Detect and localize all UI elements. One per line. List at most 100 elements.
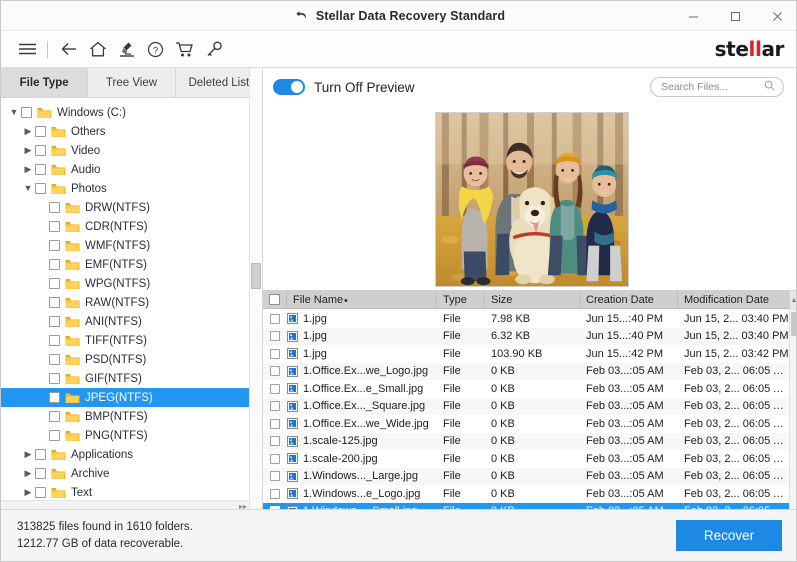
tree-item-checkbox[interactable] <box>49 316 60 327</box>
tree-item-checkbox[interactable] <box>49 430 60 441</box>
hamburger-menu-icon[interactable] <box>13 35 42 64</box>
file-type-tree[interactable]: ▼Windows (C:)▶Others▶Video▶Audio▼Photos … <box>1 99 262 511</box>
row-checkbox[interactable] <box>270 436 280 446</box>
tree-item-checkbox[interactable] <box>49 373 60 384</box>
row-checkbox[interactable] <box>270 366 280 376</box>
row-checkbox-cell[interactable] <box>263 314 287 324</box>
tree-item-checkbox[interactable] <box>49 278 60 289</box>
tree-item-checkbox[interactable] <box>49 392 60 403</box>
chevron-down-icon[interactable]: ▼ <box>21 184 35 193</box>
tree-item-archive[interactable]: ▶Archive <box>1 464 262 483</box>
search-box[interactable] <box>650 77 784 97</box>
column-header-type[interactable]: Type <box>437 291 485 309</box>
table-row[interactable]: 1.Windows..._Large.jpgFile0 KBFeb 03...:… <box>263 468 789 486</box>
column-header-creation-date[interactable]: Creation Date <box>580 291 678 309</box>
table-row[interactable]: 1.Office.Ex..._Square.jpgFile0 KBFeb 03.… <box>263 398 789 416</box>
tree-item-drw-ntfs[interactable]: DRW(NTFS) <box>1 198 262 217</box>
recover-button[interactable]: Recover <box>676 520 782 551</box>
chevron-right-icon[interactable]: ▶ <box>21 165 35 174</box>
chevron-down-icon[interactable]: ▼ <box>7 108 21 117</box>
tree-item-wpg-ntfs[interactable]: WPG(NTFS) <box>1 274 262 293</box>
search-icon[interactable] <box>764 78 775 96</box>
search-input[interactable] <box>659 80 763 94</box>
column-header-file-name[interactable]: File Name • <box>287 291 437 309</box>
chevron-right-icon[interactable]: ▶ <box>21 146 35 155</box>
row-checkbox[interactable] <box>270 489 280 499</box>
row-checkbox-cell[interactable] <box>263 436 287 446</box>
row-checkbox-cell[interactable] <box>263 384 287 394</box>
table-row[interactable]: 1.jpgFile7.98 KBJun 15...:40 PMJun 15, 2… <box>263 310 789 328</box>
table-row[interactable]: 1.jpgFile6.32 KBJun 15...:40 PMJun 15, 2… <box>263 328 789 346</box>
row-checkbox-cell[interactable] <box>263 349 287 359</box>
tree-item-ani-ntfs[interactable]: ANI(NTFS) <box>1 312 262 331</box>
shopping-cart-icon[interactable] <box>170 35 199 64</box>
splitter-grip[interactable] <box>251 263 261 289</box>
microscope-icon[interactable] <box>112 35 141 64</box>
tab-tree-view[interactable]: Tree View <box>88 68 175 97</box>
tree-item-checkbox[interactable] <box>49 221 60 232</box>
tree-item-checkbox[interactable] <box>35 449 46 460</box>
tree-item-applications[interactable]: ▶Applications <box>1 445 262 464</box>
tree-item-checkbox[interactable] <box>21 107 32 118</box>
tree-item-checkbox[interactable] <box>35 145 46 156</box>
tree-item-checkbox[interactable] <box>49 297 60 308</box>
select-all-header[interactable] <box>263 291 287 309</box>
row-checkbox[interactable] <box>270 471 280 481</box>
column-header-size[interactable]: Size <box>485 291 580 309</box>
row-checkbox-cell[interactable] <box>263 471 287 481</box>
row-checkbox[interactable] <box>270 454 280 464</box>
tree-item-photos[interactable]: ▼Photos <box>1 179 262 198</box>
row-checkbox-cell[interactable] <box>263 489 287 499</box>
row-checkbox-cell[interactable] <box>263 419 287 429</box>
back-arrow-icon[interactable] <box>54 35 83 64</box>
tree-item-video[interactable]: ▶Video <box>1 141 262 160</box>
tree-item-checkbox[interactable] <box>35 468 46 479</box>
close-button[interactable] <box>756 1 797 31</box>
tree-item-checkbox[interactable] <box>49 259 60 270</box>
table-row[interactable]: 1.Office.Ex...e_Small.jpgFile0 KBFeb 03.… <box>263 380 789 398</box>
row-checkbox[interactable] <box>270 331 280 341</box>
help-question-icon[interactable]: ? <box>141 35 170 64</box>
row-checkbox[interactable] <box>270 401 280 411</box>
table-body[interactable]: 1.jpgFile7.98 KBJun 15...:40 PMJun 15, 2… <box>263 310 789 511</box>
tree-item-wmf-ntfs[interactable]: WMF(NTFS) <box>1 236 262 255</box>
chevron-right-icon[interactable]: ▶ <box>21 127 35 136</box>
tree-item-bmp-ntfs[interactable]: BMP(NTFS) <box>1 407 262 426</box>
chevron-right-icon[interactable]: ▶ <box>21 488 35 497</box>
minimize-button[interactable] <box>672 1 714 31</box>
tree-item-jpeg-ntfs[interactable]: JPEG(NTFS) <box>1 388 262 407</box>
row-checkbox[interactable] <box>270 419 280 429</box>
table-vertical-scrollbar[interactable] <box>789 310 797 511</box>
chevron-right-icon[interactable]: ▶ <box>21 469 35 478</box>
tree-item-checkbox[interactable] <box>35 126 46 137</box>
tree-item-tiff-ntfs[interactable]: TIFF(NTFS) <box>1 331 262 350</box>
table-scrollbar-thumb[interactable] <box>791 312 797 336</box>
tree-item-emf-ntfs[interactable]: EMF(NTFS) <box>1 255 262 274</box>
maximize-button[interactable] <box>714 1 756 31</box>
table-row[interactable]: 1.scale-200.jpgFile0 KBFeb 03...:05 AMFe… <box>263 450 789 468</box>
home-icon[interactable] <box>83 35 112 64</box>
tree-item-checkbox[interactable] <box>35 164 46 175</box>
tree-item-checkbox[interactable] <box>49 411 60 422</box>
tree-item-cdr-ntfs[interactable]: CDR(NTFS) <box>1 217 262 236</box>
tree-item-checkbox[interactable] <box>49 202 60 213</box>
row-checkbox-cell[interactable] <box>263 454 287 464</box>
table-row[interactable]: 1.Windows...e_Logo.jpgFile0 KBFeb 03...:… <box>263 485 789 503</box>
tree-item-checkbox[interactable] <box>49 240 60 251</box>
row-checkbox[interactable] <box>270 314 280 324</box>
column-header-modification-date[interactable]: Modification Date <box>678 291 797 309</box>
tree-item-psd-ntfs[interactable]: PSD(NTFS) <box>1 350 262 369</box>
tree-item-audio[interactable]: ▶Audio <box>1 160 262 179</box>
tree-item-checkbox[interactable] <box>35 487 46 498</box>
table-row[interactable]: 1.Office.Ex...we_Logo.jpgFile0 KBFeb 03.… <box>263 363 789 381</box>
row-checkbox[interactable] <box>270 349 280 359</box>
row-checkbox-cell[interactable] <box>263 366 287 376</box>
tree-item-checkbox[interactable] <box>49 354 60 365</box>
preview-toggle[interactable] <box>273 79 305 95</box>
chevron-right-icon[interactable]: ▶ <box>21 450 35 459</box>
tree-item-raw-ntfs[interactable]: RAW(NTFS) <box>1 293 262 312</box>
panel-splitter[interactable] <box>249 68 262 511</box>
tree-item-png-ntfs[interactable]: PNG(NTFS) <box>1 426 262 445</box>
table-scroll-up-button[interactable]: ▲ <box>789 291 797 310</box>
table-row[interactable]: 1.jpgFile103.90 KBJun 15...:42 PMJun 15,… <box>263 345 789 363</box>
